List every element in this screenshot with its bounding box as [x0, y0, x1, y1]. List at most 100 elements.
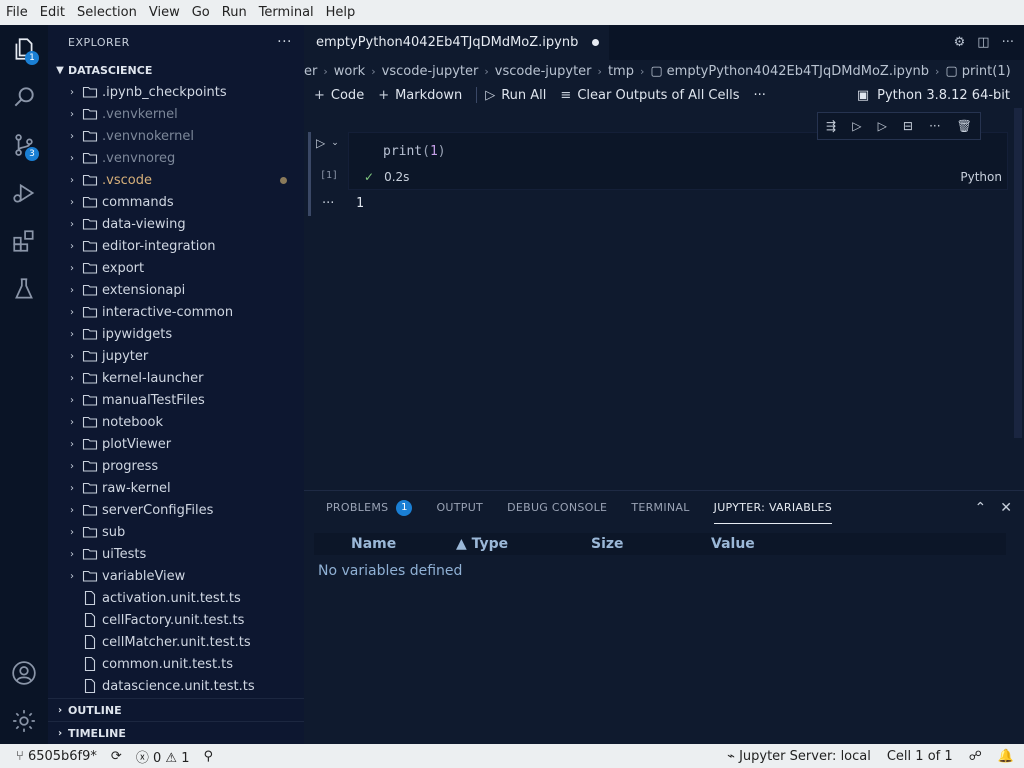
add-code-cell-button[interactable]: + Code [314, 88, 364, 103]
breadcrumb-item[interactable]: vscode-jupyter [382, 64, 479, 79]
menu-edit[interactable]: Edit [34, 5, 71, 20]
extensions-activity[interactable] [0, 217, 48, 265]
testing-activity[interactable] [0, 265, 48, 313]
tree-folder[interactable]: › sub [48, 521, 304, 543]
code-cell[interactable] [348, 132, 1008, 190]
problems-item[interactable]: ⓧ 0 ⚠ 1 [136, 747, 190, 766]
more-actions-icon[interactable]: ··· [1002, 35, 1014, 50]
column-value[interactable]: Value [711, 536, 755, 552]
tree-folder[interactable]: › interactive-common [48, 301, 304, 323]
split-cell-icon[interactable]: ⊟ [903, 119, 913, 133]
tree-folder[interactable]: › variableView [48, 565, 304, 587]
clear-outputs-button[interactable]: ≡ Clear Outputs of All Cells [560, 88, 739, 103]
editor-tab[interactable]: emptyPython4042Eb4TJqDMdMoZ.ipynb [304, 25, 610, 60]
branch-item[interactable]: ⑂ 6505b6f9* [16, 749, 97, 764]
execute-below-icon[interactable]: ▷ [878, 119, 887, 133]
tab-terminal[interactable]: TERMINAL [631, 491, 689, 524]
add-markdown-cell-button[interactable]: + Markdown [378, 88, 462, 103]
tree-folder[interactable]: › jupyter [48, 345, 304, 367]
notifications-icon[interactable]: 🔔 [998, 749, 1014, 764]
menu-view[interactable]: View [143, 5, 186, 20]
breadcrumb-item[interactable]: print(1) [962, 64, 1011, 79]
more-actions-icon[interactable]: ··· [929, 119, 940, 133]
tree-folder[interactable]: › data-viewing [48, 213, 304, 235]
breadcrumb-item[interactable]: er [304, 64, 317, 79]
chevron-down-icon[interactable]: ⌄ [331, 138, 339, 148]
tree-folder[interactable]: › export [48, 257, 304, 279]
menu-file[interactable]: File [0, 5, 34, 20]
tree-folder[interactable]: › plotViewer [48, 433, 304, 455]
sync-icon[interactable]: ⟳ [111, 749, 122, 764]
tree-folder[interactable]: › uiTests [48, 543, 304, 565]
maximize-panel-icon[interactable]: ⌃ [975, 500, 987, 516]
workspace-root-header[interactable]: ▼ DATASCIENCE [48, 59, 304, 81]
menu-terminal[interactable]: Terminal [253, 5, 320, 20]
run-by-line-icon[interactable]: ⇶ [826, 119, 836, 133]
tree-folder[interactable]: › serverConfigFiles [48, 499, 304, 521]
run-debug-activity[interactable] [0, 169, 48, 217]
tree-file[interactable]: datascience.unit.test.ts [48, 675, 304, 697]
tree-folder[interactable]: › commands [48, 191, 304, 213]
tree-file[interactable]: common.unit.test.ts [48, 653, 304, 675]
source-control-activity[interactable]: 3 [0, 121, 48, 169]
outline-section[interactable]: › OUTLINE [48, 698, 304, 721]
more-actions-icon[interactable]: ··· [277, 34, 292, 50]
accounts-activity[interactable] [0, 649, 48, 697]
tree-folder[interactable]: › .vscode [48, 169, 304, 191]
debug-status-icon[interactable]: ⚲ [203, 749, 213, 764]
column-size[interactable]: Size [591, 536, 624, 552]
tree-file[interactable]: activation.unit.test.ts [48, 587, 304, 609]
tree-folder[interactable]: › .venvnokernel [48, 125, 304, 147]
editor-scrollbar[interactable] [1014, 108, 1022, 438]
menu-run[interactable]: Run [216, 5, 253, 20]
run-all-button[interactable]: ▷ Run All [485, 88, 546, 103]
tree-folder[interactable]: › extensionapi [48, 279, 304, 301]
tree-file[interactable]: cellFactory.unit.test.ts [48, 609, 304, 631]
breadcrumb-item[interactable]: vscode-jupyter [495, 64, 592, 79]
tree-folder[interactable]: › .ipynb_checkpoints [48, 81, 304, 103]
kernel-picker[interactable]: ▣ Python 3.8.12 64-bit [857, 82, 1010, 108]
tree-folder[interactable]: › ipywidgets [48, 323, 304, 345]
tree-folder[interactable]: › editor-integration [48, 235, 304, 257]
execute-above-icon[interactable]: ▷ [852, 119, 861, 133]
search-activity[interactable] [0, 73, 48, 121]
menu-selection[interactable]: Selection [71, 5, 143, 20]
notebook-file-icon: ▢ [650, 63, 663, 79]
tree-folder[interactable]: › .venvkernel [48, 103, 304, 125]
split-editor-icon[interactable]: ◫ [977, 35, 989, 50]
close-icon[interactable]: ✕ [1000, 500, 1012, 516]
breadcrumb-item[interactable]: tmp [608, 64, 634, 79]
tree-folder[interactable]: › raw-kernel [48, 477, 304, 499]
gear-icon[interactable]: ⚙ [954, 35, 966, 50]
tab-jupyter-variables[interactable]: JUPYTER: VARIABLES [713, 491, 833, 524]
output-actions-button[interactable]: ··· [322, 196, 334, 211]
tab-debug-console[interactable]: DEBUG CONSOLE [507, 491, 607, 524]
menu-help[interactable]: Help [320, 5, 362, 20]
breadcrumb-item[interactable]: emptyPython4042Eb4TJqDMdMoZ.ipynb [667, 64, 929, 79]
cell-code[interactable]: print(1) [383, 144, 446, 159]
cell-position[interactable]: Cell 1 of 1 [887, 749, 953, 764]
jupyter-server-item[interactable]: ⌁ Jupyter Server: local [727, 749, 871, 764]
tab-problems[interactable]: PROBLEMS 1 [326, 491, 413, 524]
tree-folder[interactable]: › kernel-launcher [48, 367, 304, 389]
column-name[interactable]: Name [351, 536, 396, 552]
tree-folder[interactable]: › .venvnoreg [48, 147, 304, 169]
chevron-right-icon: › [70, 460, 74, 472]
column-type[interactable]: ▲ Type [456, 536, 508, 552]
cell-language[interactable]: Python [960, 170, 1002, 184]
run-cell-button[interactable]: ▷ ⌄ [316, 136, 339, 150]
tree-folder[interactable]: › progress [48, 455, 304, 477]
tree-folder[interactable]: › manualTestFiles [48, 389, 304, 411]
tab-output[interactable]: OUTPUT [436, 491, 483, 524]
explorer-activity[interactable]: 1 [0, 25, 48, 73]
feedback-icon[interactable]: ☍ [969, 749, 982, 764]
timeline-section[interactable]: › TIMELINE [48, 721, 304, 744]
manage-activity[interactable] [0, 697, 48, 745]
tree-folder[interactable]: › notebook [48, 411, 304, 433]
breadcrumb-item[interactable]: work [334, 64, 365, 79]
delete-icon[interactable]: 🗑 [957, 119, 972, 133]
toolbar-more-button[interactable]: ··· [754, 88, 766, 103]
unsaved-dot-icon[interactable] [592, 39, 600, 46]
menu-go[interactable]: Go [186, 5, 216, 20]
tree-file[interactable]: cellMatcher.unit.test.ts [48, 631, 304, 653]
